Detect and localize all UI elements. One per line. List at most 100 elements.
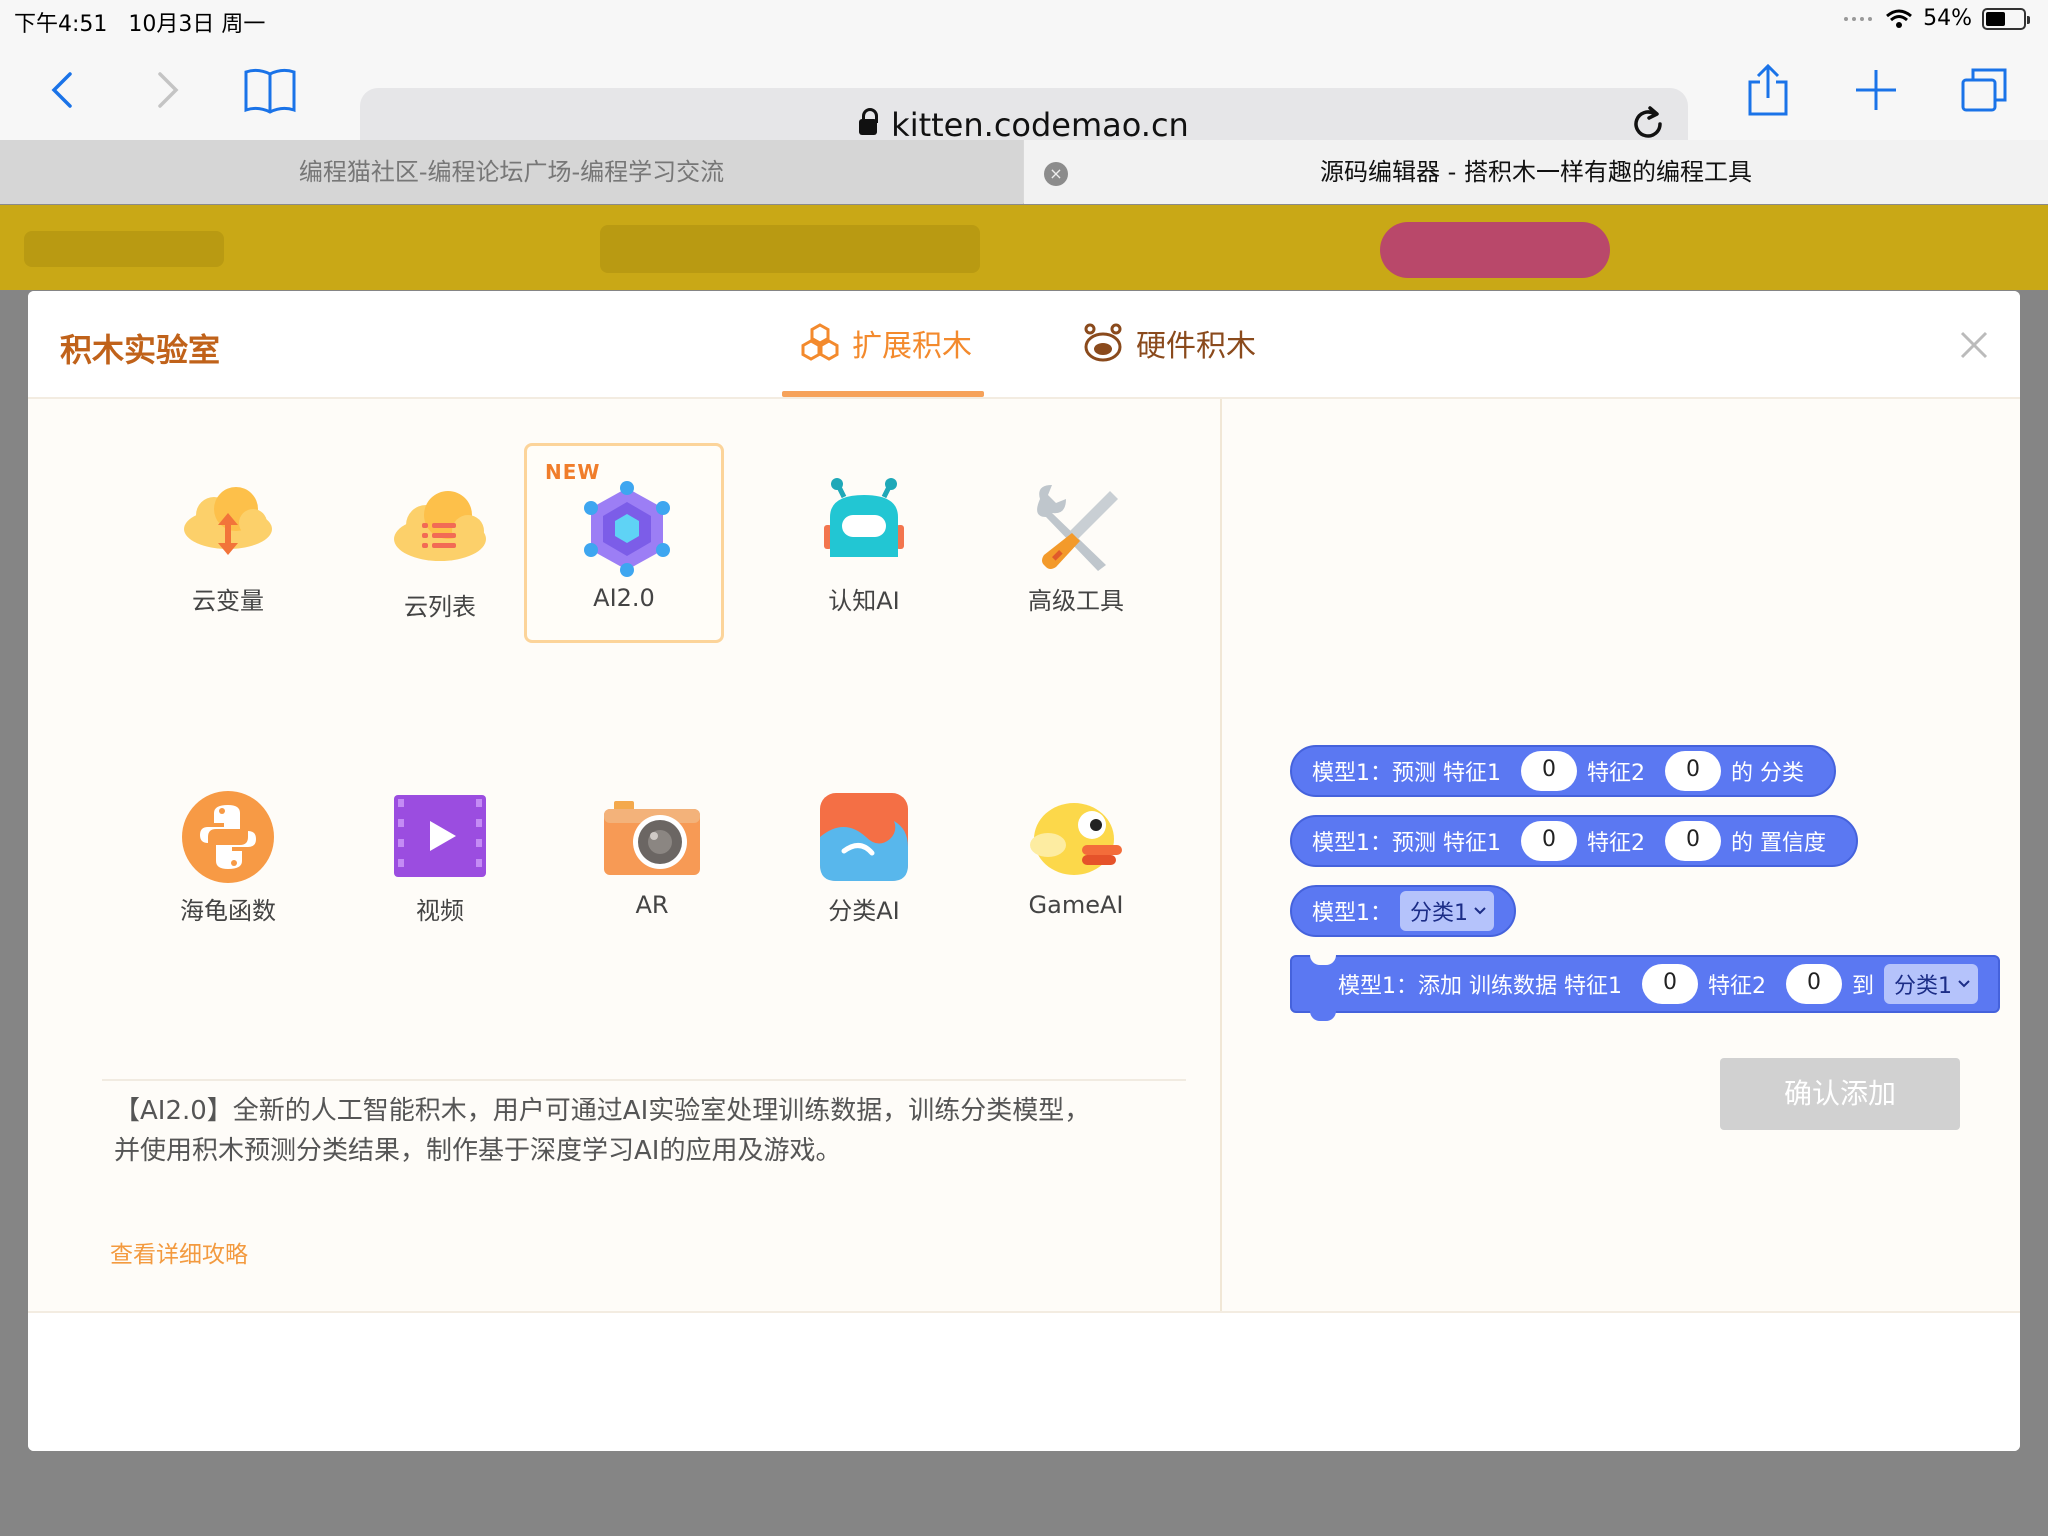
site-header-background [0, 205, 2048, 290]
item-label: AR [635, 891, 669, 919]
block-text: 模型1：添加 训练数据 特征1 [1338, 974, 1622, 999]
back-button[interactable] [40, 40, 84, 140]
plus-icon [1856, 70, 1896, 110]
item-label: 高级工具 [1028, 587, 1124, 615]
extension-item-cognitive-ai[interactable]: 认知AI [766, 449, 962, 645]
modal-header: 积木实验室 扩展积木 硬件积木 [28, 291, 2020, 399]
chevron-right-icon [158, 72, 179, 108]
cloud-variable-icon [184, 487, 272, 555]
feature2-input[interactable]: 0 [1785, 964, 1842, 1004]
wifi-icon [1886, 9, 1913, 28]
item-label: 分类AI [828, 897, 900, 925]
cloud-list-icon [394, 491, 486, 561]
tab-hardware-label: 硬件积木 [1136, 329, 1256, 364]
hexagon-cluster-icon [801, 323, 839, 361]
tab-codemao-community[interactable]: 编程猫社区-编程论坛广场-编程学习交流 [0, 140, 1023, 204]
share-icon [1748, 64, 1788, 116]
block-text: 模型1： [1312, 901, 1392, 926]
predict-class-block[interactable]: 模型1：预测 特征1 0 特征2 0 的 分类 [1290, 745, 1836, 797]
dropdown-value: 分类1 [1410, 901, 1468, 926]
detailed-guide-link[interactable]: 查看详细攻略 [110, 1235, 248, 1269]
predict-confidence-block[interactable]: 模型1：预测 特征1 0 特征2 0 的 置信度 [1290, 815, 1858, 867]
status-time-date: 下午4:51 10月3日 周一 [14, 6, 265, 38]
description-divider [102, 1079, 1186, 1081]
tab-close-icon[interactable]: × [1044, 162, 1068, 186]
add-training-data-block[interactable]: 模型1：添加 训练数据 特征1 0 特征2 0 到 分类1 [1290, 955, 2000, 1021]
block-text: 特征2 [1587, 761, 1645, 786]
model-class-block[interactable]: 模型1： 分类1 [1290, 885, 1516, 937]
item-label: AI2.0 [593, 584, 655, 612]
tab-hardware-blocks[interactable]: 硬件积木 [1082, 321, 1256, 365]
camera-icon [604, 801, 700, 875]
lock-icon [859, 108, 879, 138]
extension-item-game-ai[interactable]: GameAI [978, 759, 1174, 955]
feature2-input[interactable]: 0 [1665, 751, 1721, 791]
extension-item-turtle-functions[interactable]: 海龟函数 [130, 759, 326, 955]
block-text: 的 置信度 [1731, 831, 1826, 856]
item-label: 视频 [416, 897, 464, 925]
extension-item-advanced-tools[interactable]: 高级工具 [978, 449, 1174, 645]
block-text: 的 分类 [1731, 761, 1804, 786]
block-lab-modal: 积木实验室 扩展积木 硬件积木 云变量 云列表 NEW AI2.0 认知AI 高… [28, 291, 2020, 1451]
feature1-input[interactable]: 0 [1641, 964, 1698, 1004]
robot-face-icon [1084, 323, 1122, 362]
class-dropdown[interactable]: 分类1 [1884, 964, 1978, 1004]
extension-item-cloud-variable[interactable]: 云变量 [130, 449, 326, 645]
ai-network-icon [584, 481, 670, 577]
robot-icon [824, 478, 904, 557]
url-display: kitten.codemao.cn [360, 106, 1688, 144]
extension-grid: 云变量 云列表 NEW AI2.0 认知AI 高级工具 海龟函数 视频 AR 分… [28, 399, 1220, 1311]
tabs-icon [1961, 68, 2007, 112]
share-button[interactable] [1742, 40, 1794, 140]
class-dropdown[interactable]: 分类1 [1400, 891, 1494, 931]
new-tab-button[interactable] [1850, 40, 1902, 140]
item-label: 海龟函数 [180, 897, 276, 925]
block-bottom-tab [1310, 1011, 1336, 1021]
extension-item-cloud-list[interactable]: 云列表 [342, 449, 538, 645]
bookmarks-button[interactable] [240, 40, 300, 140]
site-project-title-placeholder [600, 225, 980, 273]
python-icon [182, 791, 274, 883]
extension-item-video[interactable]: 视频 [342, 759, 538, 955]
item-label: GameAI [1028, 891, 1124, 919]
tabs-overview-button[interactable] [1956, 40, 2012, 140]
feature2-input[interactable]: 0 [1665, 821, 1721, 861]
status-date: 10月3日 周一 [128, 12, 266, 37]
modal-title: 积木实验室 [60, 331, 221, 369]
chevron-down-icon [1958, 980, 1970, 988]
battery-icon [1982, 7, 2030, 30]
reload-icon[interactable] [1630, 106, 1666, 142]
block-text: 到 [1851, 974, 1874, 999]
extension-item-classify-ai[interactable]: 分类AI [766, 759, 962, 955]
signal-dots-icon [1844, 16, 1873, 21]
tab-extension-label: 扩展积木 [852, 329, 972, 364]
modal-footer [28, 1311, 2020, 1451]
chevron-left-icon [51, 72, 72, 108]
classify-wave-icon [820, 793, 908, 881]
feature1-input[interactable]: 0 [1521, 821, 1577, 861]
extension-description: 【AI2.0】全新的人工智能积木，用户可通过AI实验室处理训练数据，训练分类模型… [114, 1091, 1194, 1171]
browser-toolbar: kitten.codemao.cn [0, 40, 2048, 160]
confirm-add-button[interactable]: 确认添加 [1720, 1058, 1960, 1130]
site-publish-button-placeholder [1380, 222, 1610, 278]
description-line-1: 【AI2.0】全新的人工智能积木，用户可通过AI实验室处理训练数据，训练分类模型… [114, 1096, 1091, 1126]
feature1-input[interactable]: 0 [1521, 751, 1577, 791]
battery-percent: 54% [1923, 6, 1972, 31]
block-text: 模型1：预测 特征1 [1312, 831, 1501, 856]
item-label: 云列表 [404, 593, 476, 621]
description-line-2: 并使用积木预测分类结果，制作基于深度学习AI的应用及游戏。 [114, 1136, 842, 1166]
extension-item-ar[interactable]: AR [554, 759, 750, 955]
extension-item-ai2[interactable]: NEW AI2.0 [524, 443, 724, 643]
url-text: kitten.codemao.cn [891, 106, 1189, 144]
tab-source-editor[interactable]: 源码编辑器 - 搭积木一样有趣的编程工具 [1024, 140, 2048, 204]
video-icon [394, 795, 486, 877]
tab-extension-blocks[interactable]: 扩展积木 [800, 321, 972, 365]
item-label: 云变量 [192, 587, 264, 615]
forward-button[interactable] [146, 40, 190, 140]
browser-tab-strip: 编程猫社区-编程论坛广场-编程学习交流 源码编辑器 - 搭积木一样有趣的编程工具 [0, 140, 2048, 204]
book-icon [244, 68, 296, 114]
close-icon[interactable] [1952, 323, 1996, 367]
block-text: 特征2 [1707, 974, 1766, 999]
item-label: 认知AI [828, 587, 900, 615]
block-top-notch [1310, 955, 1336, 965]
